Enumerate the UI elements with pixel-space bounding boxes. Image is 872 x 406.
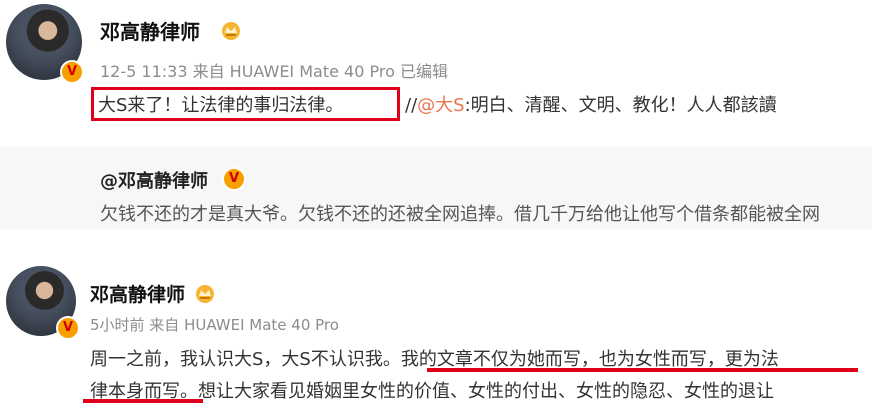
author-name[interactable]: 邓高静律师 <box>90 280 185 307</box>
vip-crown-icon <box>222 22 240 40</box>
repost-author[interactable]: @邓高静律师 <box>100 167 208 193</box>
repost-separator: // <box>405 95 418 116</box>
mention-link[interactable]: @大S <box>417 95 464 116</box>
red-underline <box>83 399 203 403</box>
post-meta: 12-5 11:33 来自 HUAWEI Mate 40 Pro 已编辑 <box>100 62 448 81</box>
verified-badge-icon: V <box>60 60 84 84</box>
repost-card[interactable]: @邓高静律师 V 欠钱不还的才是真大爷。欠钱不还的还被全网追捧。借几千万给他让他… <box>0 147 872 229</box>
author-name[interactable]: 邓高静律师 <box>100 16 200 45</box>
verified-badge-icon: V <box>222 167 246 191</box>
post-meta: 5小时前 来自 HUAWEI Mate 40 Pro <box>90 316 339 334</box>
avatar[interactable]: V <box>6 4 84 84</box>
repost-text: 欠钱不还的才是真大爷。欠钱不还的还被全网追捧。借几千万给他让他写个借条都能被全网 <box>100 204 820 225</box>
vip-crown-icon <box>196 285 214 303</box>
post-text-plain: 周一之前，我认识大S，大S不认识我。 <box>90 349 401 370</box>
highlighted-text: 大S来了！让法律的事归法律。 <box>98 95 344 116</box>
post-text-rest: :明白、清醒、文明、教化！人人都該讀 <box>464 95 777 116</box>
post-text-plain: 想让大家看见婚姻里女性的价值、女性的付出、女性的隐忍、女性的退让 <box>198 381 774 402</box>
post-text-continuation: //@大S:明白、清醒、文明、教化！人人都該讀 <box>405 91 777 117</box>
avatar[interactable]: V <box>6 266 80 340</box>
verified-badge-icon: V <box>56 316 80 340</box>
post-text-underlined: 我的文章不仅为她而写，也为女性而写，更为法 <box>400 349 779 370</box>
red-underline <box>427 368 858 372</box>
post-text-line: 大S来了！让法律的事归法律。 <box>98 91 343 117</box>
